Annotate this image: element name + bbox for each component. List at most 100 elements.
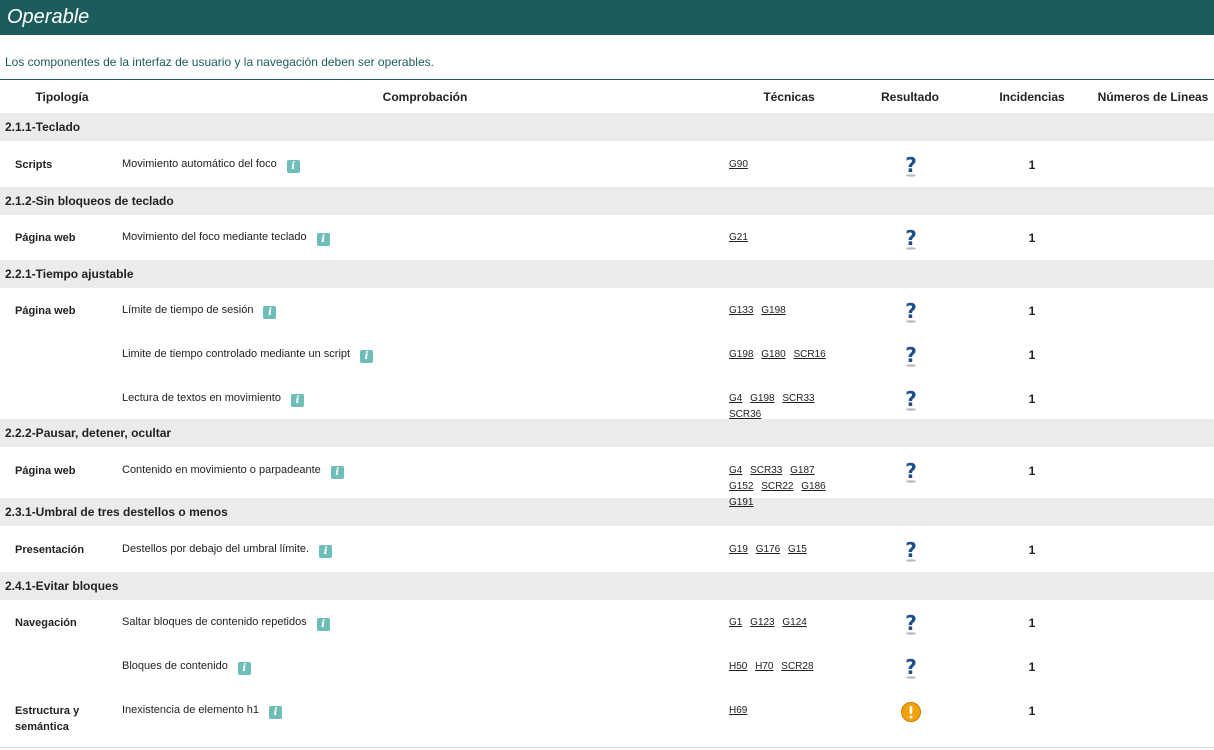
comprobacion-label: Destellos por debajo del umbral límite. i bbox=[122, 543, 333, 558]
svg-text:?: ? bbox=[905, 345, 917, 367]
technique-link-g187[interactable]: G187 bbox=[790, 465, 814, 476]
info-icon[interactable]: i bbox=[263, 306, 277, 319]
incidencias-count: 1 bbox=[1028, 660, 1036, 674]
column-header-tipologia: Tipología bbox=[35, 90, 89, 104]
svg-text:?: ? bbox=[905, 155, 917, 177]
technique-link-scr16[interactable]: SCR16 bbox=[794, 349, 826, 360]
technique-link-g152[interactable]: G152 bbox=[729, 481, 753, 492]
incidencias-count: 1 bbox=[1028, 392, 1036, 406]
criterion-title: 2.1.1-Teclado bbox=[5, 120, 81, 134]
question-mark-icon: ? bbox=[900, 611, 922, 635]
info-icon[interactable]: i bbox=[268, 706, 282, 719]
technique-link-g198[interactable]: G198 bbox=[750, 393, 774, 404]
tipologia-label: Navegación bbox=[15, 617, 77, 629]
technique-link-g133[interactable]: G133 bbox=[729, 305, 753, 316]
info-icon[interactable]: i bbox=[286, 160, 300, 173]
comprobacion-label: Movimiento del foco mediante teclado i bbox=[122, 231, 330, 246]
incidencias-count: 1 bbox=[1028, 704, 1036, 718]
info-icon[interactable]: i bbox=[237, 662, 251, 675]
technique-link-scr33[interactable]: SCR33 bbox=[750, 465, 782, 476]
info-icon[interactable]: i bbox=[319, 545, 333, 558]
comprobacion-label: Inexistencia de elemento h1 i bbox=[122, 704, 282, 719]
svg-text:?: ? bbox=[905, 540, 917, 562]
question-mark-icon: ? bbox=[900, 153, 922, 177]
info-icon[interactable]: i bbox=[316, 233, 330, 246]
column-header-lineas: Números de Lineas bbox=[1097, 90, 1209, 104]
techniques-list: H50 H70 SCR28 bbox=[729, 659, 849, 675]
incidencias-count: 1 bbox=[1028, 616, 1036, 630]
comprobacion-text: Movimiento automático del foco bbox=[122, 158, 277, 170]
technique-link-g191[interactable]: G191 bbox=[729, 497, 753, 508]
techniques-list: G133 G198 bbox=[729, 303, 849, 319]
tipologia-label: Página web bbox=[15, 465, 76, 477]
comprobacion-label: Limite de tiempo controlado mediante un … bbox=[122, 348, 374, 363]
criterion-title: 2.1.2-Sin bloqueos de teclado bbox=[5, 194, 174, 208]
technique-link-g198[interactable]: G198 bbox=[761, 305, 785, 316]
info-icon[interactable]: i bbox=[330, 466, 344, 479]
technique-link-g180[interactable]: G180 bbox=[761, 349, 785, 360]
column-header-tecnicas: Técnicas bbox=[763, 90, 815, 104]
svg-text:?: ? bbox=[905, 461, 917, 483]
question-mark-icon: ? bbox=[900, 226, 922, 250]
technique-link-scr33[interactable]: SCR33 bbox=[782, 393, 814, 404]
technique-link-g186[interactable]: G186 bbox=[801, 481, 825, 492]
tipologia-label: Página web bbox=[15, 305, 76, 317]
techniques-list: G1 G123 G124 bbox=[729, 615, 849, 631]
tipologia-label: Scripts bbox=[15, 159, 53, 171]
techniques-list: G4 SCR33 G187 G152 SCR22 G186 G191 bbox=[729, 463, 849, 511]
criterion-group-row: 2.1.2-Sin bloqueos de teclado bbox=[0, 187, 1214, 215]
criterion-group-row: 2.1.1-Teclado bbox=[0, 113, 1214, 141]
tipologia-label: Presentación bbox=[15, 544, 85, 556]
comprobacion-text: Contenido en movimiento o parpadeante bbox=[122, 464, 321, 476]
comprobacion-text: Límite de tiempo de sesión bbox=[122, 304, 254, 316]
technique-link-h70[interactable]: H70 bbox=[755, 661, 773, 672]
criterion-group-row: 2.2.1-Tiempo ajustable bbox=[0, 260, 1214, 288]
technique-link-scr36[interactable]: SCR36 bbox=[729, 409, 761, 420]
technique-link-g15[interactable]: G15 bbox=[788, 544, 807, 555]
incidencias-count: 1 bbox=[1028, 304, 1036, 318]
technique-link-g176[interactable]: G176 bbox=[756, 544, 780, 555]
divider bbox=[0, 79, 1214, 80]
technique-link-g21[interactable]: G21 bbox=[729, 232, 748, 243]
comprobacion-text: Inexistencia de elemento h1 bbox=[122, 704, 259, 716]
criterion-group-row: 2.2.2-Pausar, detener, ocultar bbox=[0, 419, 1214, 447]
comprobacion-label: Saltar bloques de contenido repetidos i bbox=[122, 616, 330, 631]
info-icon[interactable]: i bbox=[360, 350, 374, 363]
comprobacion-text: Movimiento del foco mediante teclado bbox=[122, 231, 307, 243]
svg-text:?: ? bbox=[905, 228, 917, 250]
incidencias-count: 1 bbox=[1028, 464, 1036, 478]
technique-link-g123[interactable]: G123 bbox=[750, 617, 774, 628]
technique-link-g4[interactable]: G4 bbox=[729, 465, 742, 476]
section-description: Los componentes de la interfaz de usuari… bbox=[5, 55, 434, 69]
info-icon[interactable]: i bbox=[290, 394, 304, 407]
technique-link-g1[interactable]: G1 bbox=[729, 617, 742, 628]
info-icon[interactable]: i bbox=[316, 618, 330, 631]
incidencias-count: 1 bbox=[1028, 158, 1036, 172]
column-header-comprobacion: Comprobación bbox=[382, 90, 468, 104]
techniques-list: G4 G198 SCR33 SCR36 bbox=[729, 391, 849, 423]
svg-text:?: ? bbox=[905, 301, 917, 323]
criterion-group-row: 2.3.1-Umbral de tres destellos o menos bbox=[0, 498, 1214, 526]
svg-text:?: ? bbox=[905, 657, 917, 679]
technique-link-g124[interactable]: G124 bbox=[782, 617, 806, 628]
technique-link-scr22[interactable]: SCR22 bbox=[761, 481, 793, 492]
criterion-title: 2.2.1-Tiempo ajustable bbox=[5, 267, 134, 281]
technique-link-g90[interactable]: G90 bbox=[729, 159, 748, 170]
question-mark-icon: ? bbox=[900, 459, 922, 483]
technique-link-h69[interactable]: H69 bbox=[729, 705, 747, 716]
technique-link-g198[interactable]: G198 bbox=[729, 349, 753, 360]
incidencias-count: 1 bbox=[1028, 348, 1036, 362]
technique-link-h50[interactable]: H50 bbox=[729, 661, 747, 672]
question-mark-icon: ? bbox=[900, 343, 922, 367]
column-header-incidencias: Incidencias bbox=[999, 90, 1065, 104]
svg-text:?: ? bbox=[905, 389, 917, 411]
comprobacion-label: Bloques de contenido i bbox=[122, 660, 251, 675]
criterion-title: 2.3.1-Umbral de tres destellos o menos bbox=[5, 505, 228, 519]
svg-text:?: ? bbox=[905, 613, 917, 635]
technique-link-scr28[interactable]: SCR28 bbox=[781, 661, 813, 672]
criterion-title: 2.4.1-Evitar bloques bbox=[5, 579, 119, 593]
techniques-list: G21 bbox=[729, 230, 849, 246]
technique-link-g4[interactable]: G4 bbox=[729, 393, 742, 404]
question-mark-icon: ? bbox=[900, 538, 922, 562]
technique-link-g19[interactable]: G19 bbox=[729, 544, 748, 555]
